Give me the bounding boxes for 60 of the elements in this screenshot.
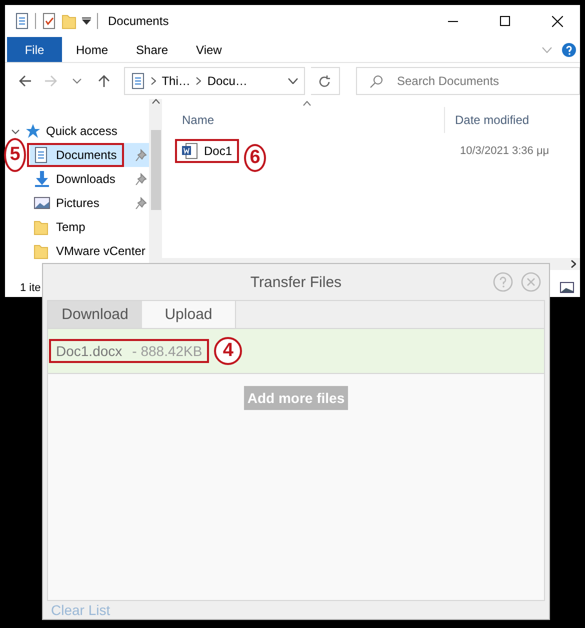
breadcrumb[interactable]: Docu… <box>207 74 248 88</box>
dropdown-icon[interactable] <box>82 17 91 25</box>
file-name[interactable]: Doc1 <box>204 144 232 158</box>
file-menu-button[interactable]: File <box>7 37 62 62</box>
nav-row[interactable]: Temp <box>30 215 150 239</box>
dialog-tab[interactable]: Download <box>48 301 142 328</box>
star-icon <box>25 123 41 139</box>
file-name: Doc1.docx <box>56 343 122 359</box>
column-header[interactable]: Name <box>162 113 444 127</box>
nav-item[interactable]: Quick access <box>46 124 118 138</box>
callout-number: 5 <box>4 138 26 172</box>
refresh-icon <box>318 74 331 88</box>
search-icon <box>370 75 383 88</box>
address-bar[interactable]: Thi… Docu… <box>124 67 305 95</box>
chevron-right-icon <box>571 260 576 268</box>
nav-item-highlight[interactable]: Documents <box>30 143 150 167</box>
document-icon <box>130 73 145 89</box>
dialog-tab[interactable]: Upload <box>142 301 236 328</box>
folder-icon <box>34 243 50 259</box>
nav-row[interactable]: Pictures <box>30 191 150 215</box>
nav-item[interactable]: Temp <box>56 220 86 234</box>
ribbon-tab[interactable]: Share <box>122 37 182 62</box>
status-text: 1 ite <box>20 282 41 294</box>
back-arrow-icon[interactable] <box>18 74 32 88</box>
breadcrumb[interactable]: Thi… <box>162 74 190 88</box>
document-icon <box>15 13 29 29</box>
help-icon[interactable] <box>562 42 576 56</box>
nav-item[interactable]: VMware vCenter <box>56 244 146 258</box>
chevron-right-icon <box>196 77 202 85</box>
picture-icon[interactable] <box>560 282 574 293</box>
folder-icon <box>34 219 50 235</box>
sort-caret-icon <box>303 101 311 106</box>
callout-number: 6 <box>244 144 266 172</box>
search-field[interactable]: Search Documents <box>356 67 580 95</box>
column-header[interactable]: Date modified <box>444 107 530 133</box>
ribbon-tab[interactable]: View <box>182 37 236 62</box>
nav-item[interactable]: Pictures <box>56 196 100 210</box>
up-arrow-icon[interactable] <box>96 74 111 88</box>
picture-icon <box>34 195 50 211</box>
document-icon <box>34 147 50 163</box>
dialog-title: Transfer Files <box>250 274 342 290</box>
file-size: - 888.42KB <box>132 343 202 359</box>
maximize-icon <box>500 16 510 26</box>
nav-row[interactable]: VMware vCenter <box>30 239 150 263</box>
nav-item[interactable]: Downloads <box>56 172 116 186</box>
chevron-down-icon[interactable] <box>11 126 20 136</box>
refresh-button[interactable] <box>310 67 340 95</box>
close-icon <box>552 16 562 26</box>
ribbon-tab[interactable]: Home <box>62 37 122 62</box>
nav-item[interactable]: Documents <box>56 148 117 162</box>
date-modified: 10/3/2021 3:36 μμ <box>460 145 550 157</box>
window-title: Documents <box>108 14 169 28</box>
download-arrow-icon <box>34 171 50 187</box>
chevron-down-icon[interactable] <box>288 78 298 84</box>
nav-row[interactable]: Downloads <box>30 167 150 191</box>
chevron-right-icon <box>150 77 156 85</box>
word-document-icon <box>182 143 198 159</box>
callout-number: 4 <box>214 337 242 365</box>
chevron-up-icon <box>152 99 160 104</box>
checklist-icon[interactable] <box>42 13 56 29</box>
